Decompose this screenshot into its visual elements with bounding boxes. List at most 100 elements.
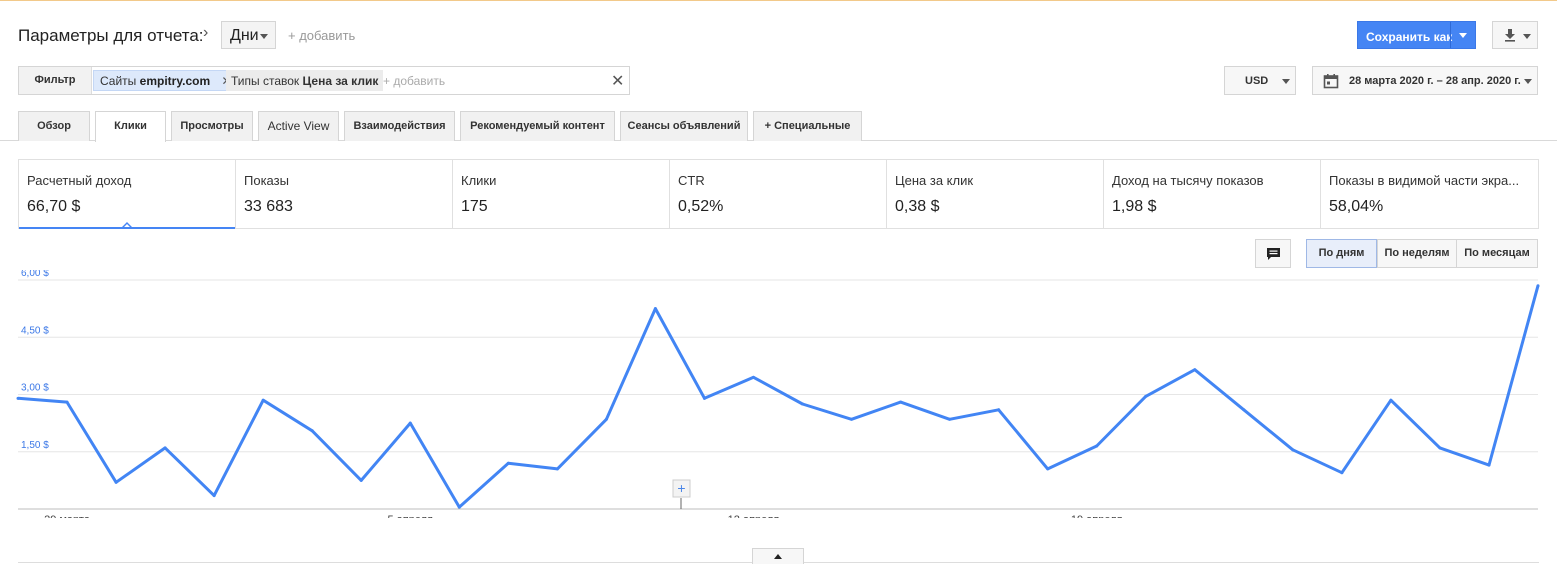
plus-icon: + — [677, 480, 685, 496]
x-tick-label: 19 апреля — [1071, 514, 1123, 518]
data-point — [1046, 467, 1050, 471]
calendar-icon — [1323, 74, 1339, 89]
active-metric-notch — [121, 221, 133, 229]
period-dropdown-value: Дни — [230, 27, 259, 44]
clear-filter-icon[interactable]: ✕ — [611, 71, 624, 91]
filter-chip-key: Сайты — [100, 74, 137, 88]
metric-ctr[interactable]: CTR 0,52% — [670, 160, 887, 228]
metric-rpm[interactable]: Доход на тысячу показов 1,98 $ — [1104, 160, 1321, 228]
data-point — [16, 396, 20, 400]
annotations-button[interactable] — [1255, 239, 1291, 268]
chevron-down-icon — [1282, 79, 1290, 84]
save-as-divider — [1450, 22, 1451, 48]
metric-label: CTR — [678, 173, 705, 188]
period-dropdown[interactable]: Дни — [221, 21, 276, 49]
data-point — [1487, 463, 1491, 467]
save-as-label: Сохранить как — [1366, 30, 1453, 44]
data-point — [359, 478, 363, 482]
filter-chip-value: Цена за клик — [302, 74, 379, 88]
data-point — [850, 417, 854, 421]
metric-clicks[interactable]: Клики 175 — [453, 160, 670, 228]
data-point — [163, 446, 167, 450]
date-range-picker[interactable]: 28 марта 2020 г. – 28 апр. 2020 г. — [1312, 66, 1538, 95]
report-params-title: Параметры для отчета: — [18, 26, 204, 45]
y-tick-label: 6,00 $ — [21, 270, 49, 279]
tab-views[interactable]: Просмотры — [171, 111, 253, 141]
series-points — [16, 284, 1540, 509]
metric-impressions[interactable]: Показы 33 683 — [236, 160, 453, 228]
metric-value: 58,04% — [1329, 198, 1384, 215]
by-day-button[interactable]: По дням — [1306, 239, 1377, 268]
tab-overview[interactable]: Обзор — [18, 111, 90, 141]
comment-icon — [1267, 248, 1280, 260]
by-month-button[interactable]: По месяцам — [1456, 239, 1538, 268]
filter-chip-key: Типы ставок — [231, 74, 300, 88]
tab-custom[interactable]: + Специальные — [753, 111, 862, 141]
filter-add-input[interactable]: + добавить — [383, 74, 445, 88]
save-as-dropdown-icon[interactable] — [1459, 33, 1467, 38]
filter-chip-sites[interactable]: Сайты empitry.com ✕ — [93, 70, 239, 91]
add-dimension-link[interactable]: + добавить — [288, 28, 355, 43]
currency-value: USD — [1245, 75, 1269, 87]
chevron-up-icon — [774, 554, 782, 559]
data-point — [997, 408, 1001, 412]
metric-viewable[interactable]: Показы в видимой части экра... 58,04% — [1321, 160, 1538, 228]
data-point — [408, 421, 412, 425]
data-point — [261, 398, 265, 402]
tab-recommended-content[interactable]: Рекомендуемый контент — [460, 111, 615, 141]
data-point — [457, 505, 461, 509]
chevron-down-icon — [1523, 34, 1531, 39]
data-point — [751, 375, 755, 379]
tab-clicks[interactable]: Клики — [95, 111, 166, 142]
top-accent-line — [0, 0, 1557, 1]
data-point — [114, 480, 118, 484]
y-axis-ticks: 6,00 $ 4,50 $ 3,00 $ 1,50 $ — [21, 270, 49, 451]
metric-label: Показы — [244, 173, 289, 188]
metric-value: 0,52% — [678, 198, 724, 215]
data-point — [948, 417, 952, 421]
tab-interactions[interactable]: Взаимодействия — [344, 111, 455, 141]
chevron-down-icon — [260, 34, 268, 39]
data-point — [1095, 444, 1099, 448]
metric-value: 66,70 $ — [27, 198, 81, 215]
metric-estimated-revenue[interactable]: Расчетный доход 66,70 $ — [19, 160, 236, 229]
x-tick-label: 5 апреля — [388, 514, 434, 518]
data-point — [899, 400, 903, 404]
chart-grid — [18, 279, 1538, 510]
data-point — [1340, 471, 1344, 475]
y-tick-label: 4,50 $ — [21, 325, 49, 336]
tab-ad-sessions[interactable]: Сеансы объявлений — [620, 111, 748, 141]
metric-label: Доход на тысячу показов — [1112, 173, 1264, 188]
data-point — [1291, 448, 1295, 452]
date-range-value: 28 марта 2020 г. – 28 апр. 2020 г. — [1349, 75, 1521, 87]
data-point — [1242, 408, 1246, 412]
data-point — [310, 429, 314, 433]
filter-chip-value: empitry.com — [139, 74, 211, 88]
series-line — [17, 285, 1540, 509]
save-as-button[interactable]: Сохранить как — [1357, 21, 1476, 49]
data-point — [653, 307, 657, 311]
download-icon — [1505, 29, 1515, 42]
add-annotation-button[interactable]: + — [672, 479, 691, 509]
currency-dropdown[interactable]: USD — [1224, 66, 1296, 95]
metrics-bar: Расчетный доход 66,70 $ Показы 33 683 Кл… — [18, 159, 1539, 229]
filter-bar[interactable]: Фильтр Сайты empitry.com ✕ Типы ставок Ц… — [18, 66, 630, 95]
by-week-button[interactable]: По неделям — [1377, 239, 1457, 268]
y-tick-label: 1,50 $ — [21, 440, 49, 451]
data-point — [1389, 398, 1393, 402]
revenue-line-chart: 6,00 $ 4,50 $ 3,00 $ 1,50 $ 29 марта 5 апрел… — [16, 270, 1540, 518]
metric-label: Расчетный доход — [27, 173, 132, 188]
filter-chip-bid-types[interactable]: Типы ставок Цена за клик — [226, 70, 384, 91]
tab-active-view[interactable]: Active View — [258, 111, 339, 141]
chevron-right-icon: › — [203, 24, 209, 41]
download-button[interactable] — [1492, 21, 1538, 49]
x-tick-label: 29 марта — [44, 514, 91, 518]
data-point — [555, 467, 559, 471]
collapse-chart-button[interactable] — [752, 548, 804, 564]
x-axis-ticks: 29 марта 5 апреля 12 апреля 19 апреля — [44, 514, 1122, 518]
metric-value: 175 — [461, 198, 488, 215]
metric-cpc[interactable]: Цена за клик 0,38 $ — [887, 160, 1104, 228]
data-point — [1438, 446, 1442, 450]
filter-label: Фильтр — [19, 67, 92, 94]
data-point — [1536, 284, 1540, 288]
